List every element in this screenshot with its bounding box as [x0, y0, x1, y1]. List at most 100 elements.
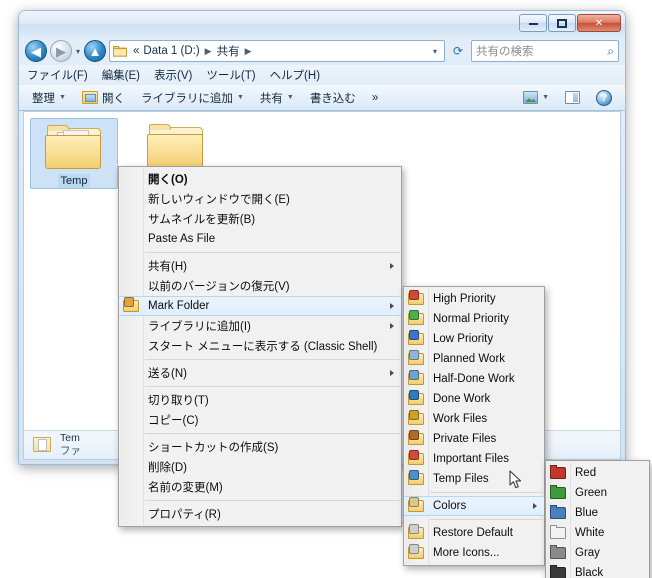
color-folder-icon	[550, 485, 566, 501]
menu-help[interactable]: ヘルプ(H)	[270, 67, 320, 83]
maximize-button[interactable]	[548, 14, 576, 32]
mark-folder-item-icon	[408, 310, 424, 327]
menu-item[interactable]: 切り取り(T)	[119, 390, 401, 410]
breadcrumb-folder[interactable]: 共有	[215, 43, 242, 59]
add-to-library-button[interactable]: ライブラリに追加 ▼	[134, 87, 251, 109]
mark-folder-item-icon	[408, 390, 424, 407]
menu-item[interactable]: 共有(H)	[119, 256, 401, 276]
menu-item[interactable]: Private Files	[404, 429, 544, 449]
open-label: 開く	[101, 92, 125, 105]
menu-file[interactable]: ファイル(F)	[27, 67, 88, 83]
open-button[interactable]: 開く	[75, 87, 132, 109]
change-view-button[interactable]: ▼	[516, 88, 556, 107]
chevron-down-icon: ▼	[59, 94, 66, 101]
menu-item-label: Work Files	[433, 413, 488, 425]
menu-item[interactable]: Mark Folder	[119, 296, 401, 316]
mark-folder-item-icon	[408, 450, 424, 467]
menu-item[interactable]: Colors	[404, 496, 544, 516]
menu-item[interactable]: 名前の変更(M)	[119, 477, 401, 497]
toolbar-overflow-button[interactable]: »	[365, 89, 385, 107]
menu-item-label: Paste As File	[148, 233, 216, 245]
menu-item[interactable]: Normal Priority	[404, 309, 544, 329]
chevron-down-icon-4: ▼	[542, 94, 549, 101]
command-toolbar: 整理 ▼ 開く ライブラリに追加 ▼ 共有 ▼ 書き込む » ▼ ?	[19, 85, 625, 111]
menu-item[interactable]: Half-Done Work	[404, 369, 544, 389]
menu-item[interactable]: 送る(N)	[119, 363, 401, 383]
help-button[interactable]: ?	[589, 87, 619, 109]
menu-item-label: コピー(C)	[148, 415, 199, 427]
breadcrumb-separator-icon[interactable]: ▶	[202, 46, 215, 57]
menu-item-label: 新しいウィンドウで開く(E)	[148, 194, 290, 206]
menu-item[interactable]: Done Work	[404, 389, 544, 409]
menu-edit[interactable]: 編集(E)	[102, 67, 140, 83]
menu-item[interactable]: コピー(C)	[119, 410, 401, 430]
search-input[interactable]: 共有の検索 ⌕	[471, 40, 619, 62]
menu-item[interactable]: Black	[546, 563, 649, 578]
menu-item[interactable]: Gray	[546, 543, 649, 563]
colors-submenu[interactable]: Red Green Blue White Gray Black	[545, 460, 650, 578]
menu-item[interactable]: Planned Work	[404, 349, 544, 369]
submenu-arrow-icon	[390, 303, 394, 309]
forward-button[interactable]: ▶	[50, 40, 72, 62]
menu-item[interactable]: プロパティ(R)	[119, 504, 401, 524]
menu-item-label: 削除(D)	[148, 462, 187, 474]
menu-item[interactable]: 新しいウィンドウで開く(E)	[119, 189, 401, 209]
menu-item-label: 送る(N)	[148, 368, 187, 380]
menu-item[interactable]: More Icons...	[404, 543, 544, 563]
menu-item[interactable]: Important Files	[404, 449, 544, 469]
up-button[interactable]: ▲	[84, 40, 107, 62]
menu-item[interactable]: White	[546, 523, 649, 543]
menu-item[interactable]: 削除(D)	[119, 457, 401, 477]
menu-item-label: More Icons...	[433, 547, 500, 559]
preview-pane-button[interactable]	[558, 88, 587, 107]
color-folder-icon	[550, 545, 566, 561]
context-menu[interactable]: 開く(O) 新しいウィンドウで開く(E) サムネイルを更新(B) Paste As F…	[118, 166, 402, 527]
menu-item[interactable]: Paste As File	[119, 229, 401, 249]
menu-item[interactable]: Low Priority	[404, 329, 544, 349]
menu-item[interactable]: Temp Files	[404, 469, 544, 489]
menu-item[interactable]: Red	[546, 463, 649, 483]
breadcrumb-drive[interactable]: Data 1 (D:)	[141, 45, 201, 57]
mark-folder-submenu[interactable]: High Priority Normal Priority Low Priority…	[403, 286, 545, 566]
menu-item[interactable]: Blue	[546, 503, 649, 523]
menu-item[interactable]: ライブラリに追加(I)	[119, 316, 401, 336]
menu-item[interactable]: 開く(O)	[119, 169, 401, 189]
refresh-button[interactable]: ⟳	[448, 40, 468, 62]
folder-icon	[45, 125, 103, 171]
menu-item-label: Private Files	[433, 433, 497, 445]
submenu-arrow-icon	[390, 263, 394, 269]
list-item[interactable]: Temp	[30, 118, 118, 189]
menu-item[interactable]: 以前のバージョンの復元(V)	[119, 276, 401, 296]
overflow-label: »	[371, 91, 379, 104]
mark-folder-item-icon	[408, 544, 424, 561]
mark-folder-item-icon	[408, 410, 424, 427]
organize-label: 整理	[32, 92, 55, 105]
help-icon: ?	[596, 89, 612, 106]
details-folder-icon	[31, 435, 53, 455]
mark-folder-item-icon	[408, 470, 424, 487]
close-button[interactable]: ✕	[577, 14, 621, 32]
breadcrumb-separator-icon-2[interactable]: ▶	[242, 46, 255, 57]
menu-tools[interactable]: ツール(T)	[206, 67, 255, 83]
minimize-button[interactable]	[519, 14, 547, 32]
history-dropdown-icon[interactable]: ▾	[75, 47, 81, 56]
menu-item-label: Green	[575, 487, 607, 499]
menu-item[interactable]: スタート メニューに表示する (Classic Shell)	[119, 336, 401, 356]
menu-item-label: Black	[575, 567, 604, 578]
back-button[interactable]: ◀	[25, 40, 47, 62]
menu-item[interactable]: Green	[546, 483, 649, 503]
menu-item-label: Low Priority	[433, 333, 494, 345]
address-dropdown-icon[interactable]: ▾	[429, 47, 441, 56]
menu-item[interactable]: High Priority	[404, 289, 544, 309]
share-button[interactable]: 共有 ▼	[253, 87, 301, 109]
menu-item[interactable]: Restore Default	[404, 523, 544, 543]
menu-item[interactable]: サムネイルを更新(B)	[119, 209, 401, 229]
menu-view[interactable]: 表示(V)	[154, 67, 192, 83]
organize-button[interactable]: 整理 ▼	[25, 87, 73, 109]
menu-item[interactable]: ショートカットの作成(S)	[119, 437, 401, 457]
menu-item[interactable]: Work Files	[404, 409, 544, 429]
menu-item-label: Colors	[433, 500, 467, 512]
title-bar[interactable]: ✕	[19, 11, 625, 37]
burn-button[interactable]: 書き込む	[303, 87, 363, 109]
address-bar[interactable]: « Data 1 (D:) ▶ 共有 ▶ ▾	[109, 40, 445, 62]
